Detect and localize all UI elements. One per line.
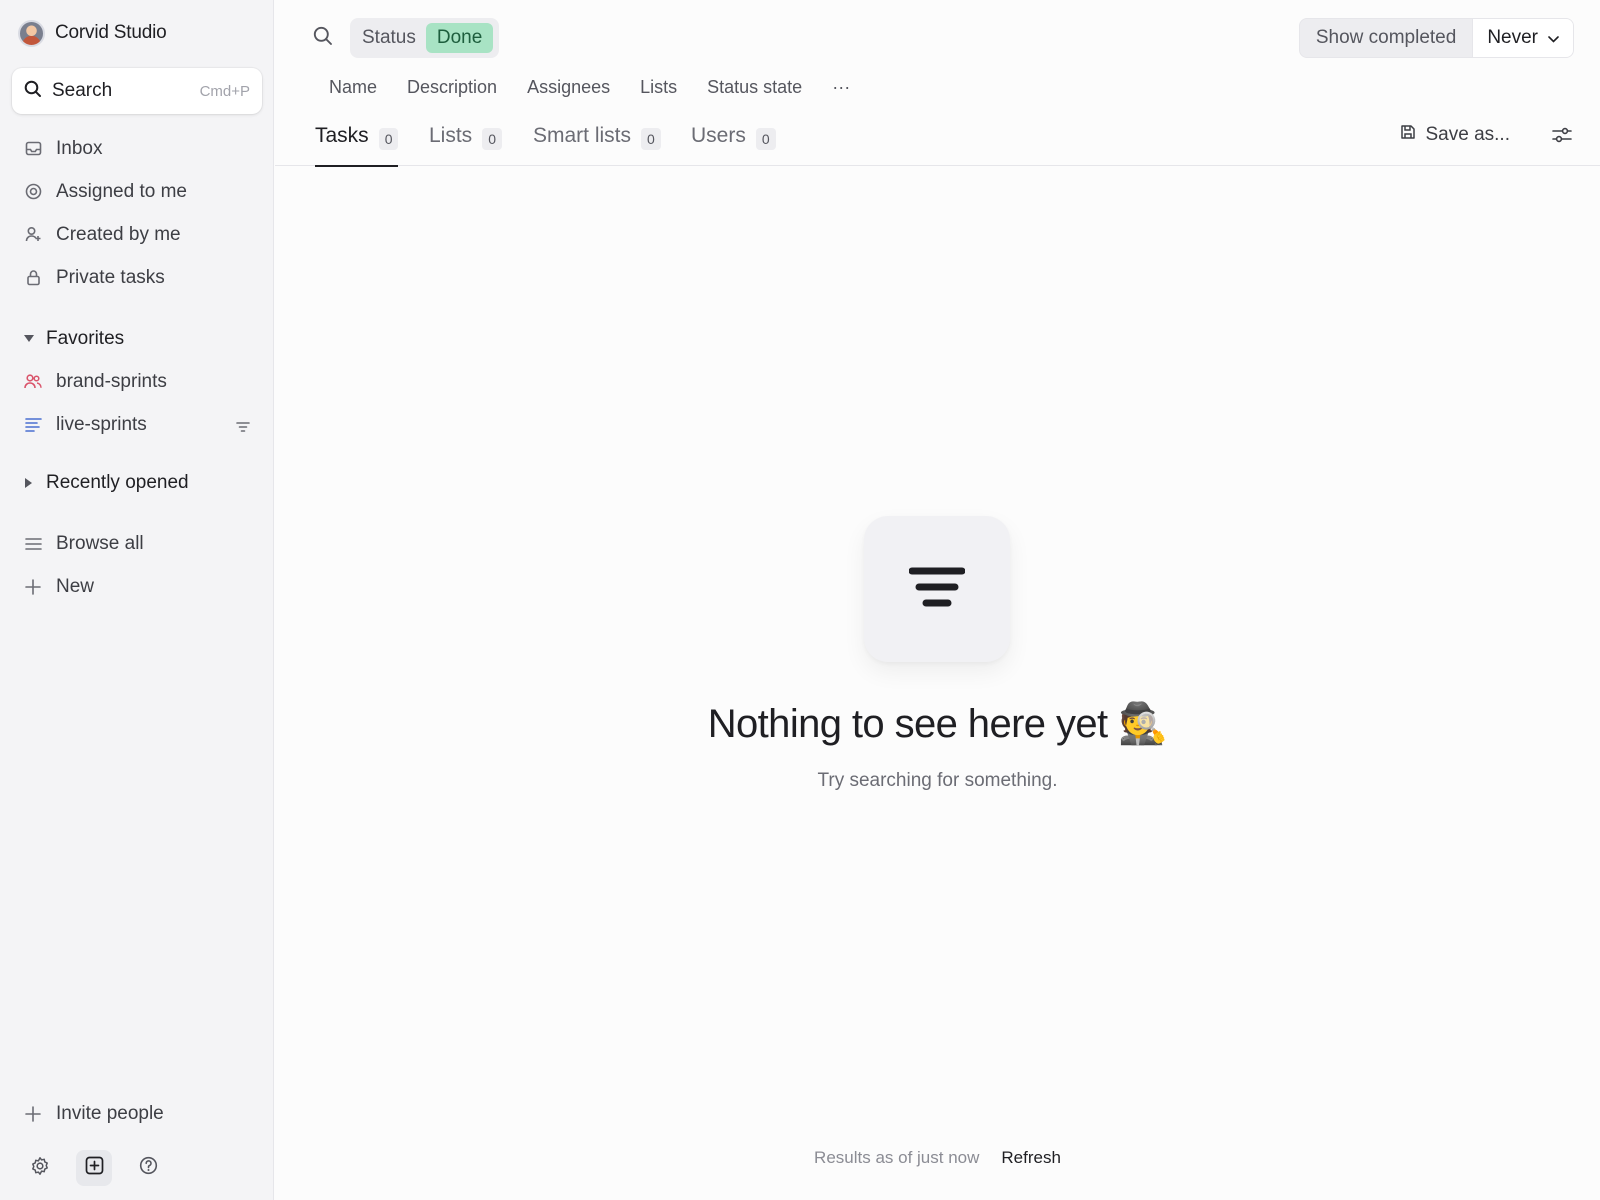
search-shortcut: Cmd+P <box>199 82 250 100</box>
results-status: Results as of just now <box>814 1148 980 1167</box>
lock-icon <box>24 269 42 287</box>
sidebar-item-created-by-me[interactable]: Created by me <box>0 213 274 256</box>
save-icon <box>1400 124 1416 146</box>
sidebar-item-label: Private tasks <box>56 266 165 288</box>
workspace-switcher[interactable]: Corvid Studio <box>18 18 167 48</box>
filter-icon[interactable] <box>236 417 250 439</box>
sidebar-item-label: brand-sprints <box>56 370 167 392</box>
tab-smart-lists[interactable]: Smart lists 0 <box>533 118 661 166</box>
secondary-nav: Browse all New <box>0 522 274 608</box>
team-icon <box>24 373 42 391</box>
invite-people-label: Invite people <box>56 1102 164 1124</box>
caret-down-icon <box>24 335 34 343</box>
search-field-toggles: Name Description Assignees Lists Status … <box>329 74 850 100</box>
sidebar-item-assigned-to-me[interactable]: Assigned to me <box>0 170 274 213</box>
sidebar-item-private-tasks[interactable]: Private tasks <box>0 256 274 299</box>
field-description[interactable]: Description <box>407 77 497 98</box>
filter-value-badge: Done <box>425 23 494 53</box>
sidebar-item-live-sprints[interactable]: live-sprints <box>0 403 274 446</box>
results-footer: Results as of just now Refresh <box>275 1148 1600 1168</box>
search-icon <box>24 80 42 103</box>
show-completed-control: Show completed Never <box>1298 18 1574 58</box>
avatar <box>18 19 45 47</box>
empty-state-title: Nothing to see here yet 🕵️ <box>707 702 1168 746</box>
invite-section: Invite people <box>0 1092 274 1135</box>
gear-icon <box>30 1156 50 1181</box>
show-completed-select[interactable]: Never <box>1472 19 1573 57</box>
filter-field: Status <box>362 27 416 48</box>
plus-square-icon <box>85 1156 104 1180</box>
refresh-button[interactable]: Refresh <box>1001 1148 1061 1168</box>
search-icon <box>313 26 333 50</box>
menu-icon <box>24 535 42 553</box>
favorites-section: Favorites brand-sprints live-sprints <box>0 322 274 446</box>
sidebar-item-label: New <box>56 575 95 597</box>
sidebar-item-label: live-sprints <box>56 413 147 435</box>
target-icon <box>24 183 42 201</box>
help-icon <box>139 1156 158 1180</box>
list-icon <box>24 416 42 434</box>
sidebar-item-label: Created by me <box>56 223 181 245</box>
sidebar-item-new[interactable]: New <box>0 565 274 608</box>
show-completed-label: Show completed <box>1315 27 1457 48</box>
search-label: Search <box>52 80 113 101</box>
sidebar-item-label: Assigned to me <box>56 180 187 202</box>
search-toggle[interactable] <box>313 26 333 51</box>
sliders-icon <box>1552 127 1572 148</box>
field-lists[interactable]: Lists <box>640 77 677 98</box>
main-nav: Inbox Assigned to me Created by me Priva… <box>0 127 274 299</box>
save-as-label: Save as... <box>1425 124 1511 145</box>
favorites-title: Favorites <box>46 328 125 349</box>
sidebar-item-browse-all[interactable]: Browse all <box>0 522 274 565</box>
user-plus-icon <box>24 226 42 244</box>
sidebar-footer <box>22 1150 166 1186</box>
recently-opened-toggle[interactable]: Recently opened <box>0 466 274 500</box>
main-panel: Status Done Show completed Never Name De… <box>275 0 1600 1200</box>
tab-label: Lists <box>429 124 473 147</box>
tab-count: 0 <box>482 128 502 150</box>
help-button[interactable] <box>130 1150 166 1186</box>
sidebar-item-inbox[interactable]: Inbox <box>0 127 274 170</box>
field-status-state[interactable]: Status state <box>707 77 802 98</box>
recently-opened-section: Recently opened <box>0 466 274 500</box>
more-fields-button[interactable]: ··· <box>832 77 850 98</box>
sidebar-search-button[interactable]: Search Cmd+P <box>12 68 262 114</box>
sidebar-item-label: Browse all <box>56 532 144 554</box>
plus-icon <box>24 578 42 596</box>
tab-label: Tasks <box>315 124 369 147</box>
view-options-button[interactable] <box>1552 126 1572 149</box>
favorites-toggle[interactable]: Favorites <box>0 322 274 356</box>
caret-right-icon <box>24 478 34 488</box>
tab-label: Users <box>691 124 746 147</box>
empty-state-illustration <box>864 516 1010 662</box>
save-as-button[interactable]: Save as... <box>1400 124 1511 146</box>
empty-state-subtitle: Try searching for something. <box>817 770 1058 791</box>
inbox-icon <box>24 140 42 158</box>
invite-people-button[interactable]: Invite people <box>0 1092 274 1135</box>
sidebar-item-brand-sprints[interactable]: brand-sprints <box>0 360 274 403</box>
workspace-name: Corvid Studio <box>55 22 167 43</box>
tab-label: Smart lists <box>533 124 632 147</box>
settings-button[interactable] <box>22 1150 58 1186</box>
tab-count: 0 <box>755 128 776 150</box>
field-name[interactable]: Name <box>329 77 377 98</box>
tab-lists[interactable]: Lists 0 <box>429 118 502 166</box>
chevron-down-icon <box>1548 27 1559 49</box>
sidebar-item-label: Inbox <box>56 137 103 159</box>
recently-opened-title: Recently opened <box>46 472 189 493</box>
tab-count: 0 <box>378 128 399 150</box>
plus-icon <box>24 1105 42 1123</box>
sidebar: Corvid Studio Search Cmd+P Inbox Assigne… <box>0 0 274 1200</box>
status-filter-chip[interactable]: Status Done <box>350 18 500 58</box>
field-assignees[interactable]: Assignees <box>527 77 610 98</box>
add-widget-button[interactable] <box>76 1150 112 1186</box>
tab-count: 0 <box>641 128 661 150</box>
show-completed-value: Never <box>1487 27 1538 48</box>
tab-users[interactable]: Users 0 <box>691 118 776 166</box>
filter-lines-icon <box>908 566 966 613</box>
tab-tasks[interactable]: Tasks 0 <box>315 118 399 167</box>
